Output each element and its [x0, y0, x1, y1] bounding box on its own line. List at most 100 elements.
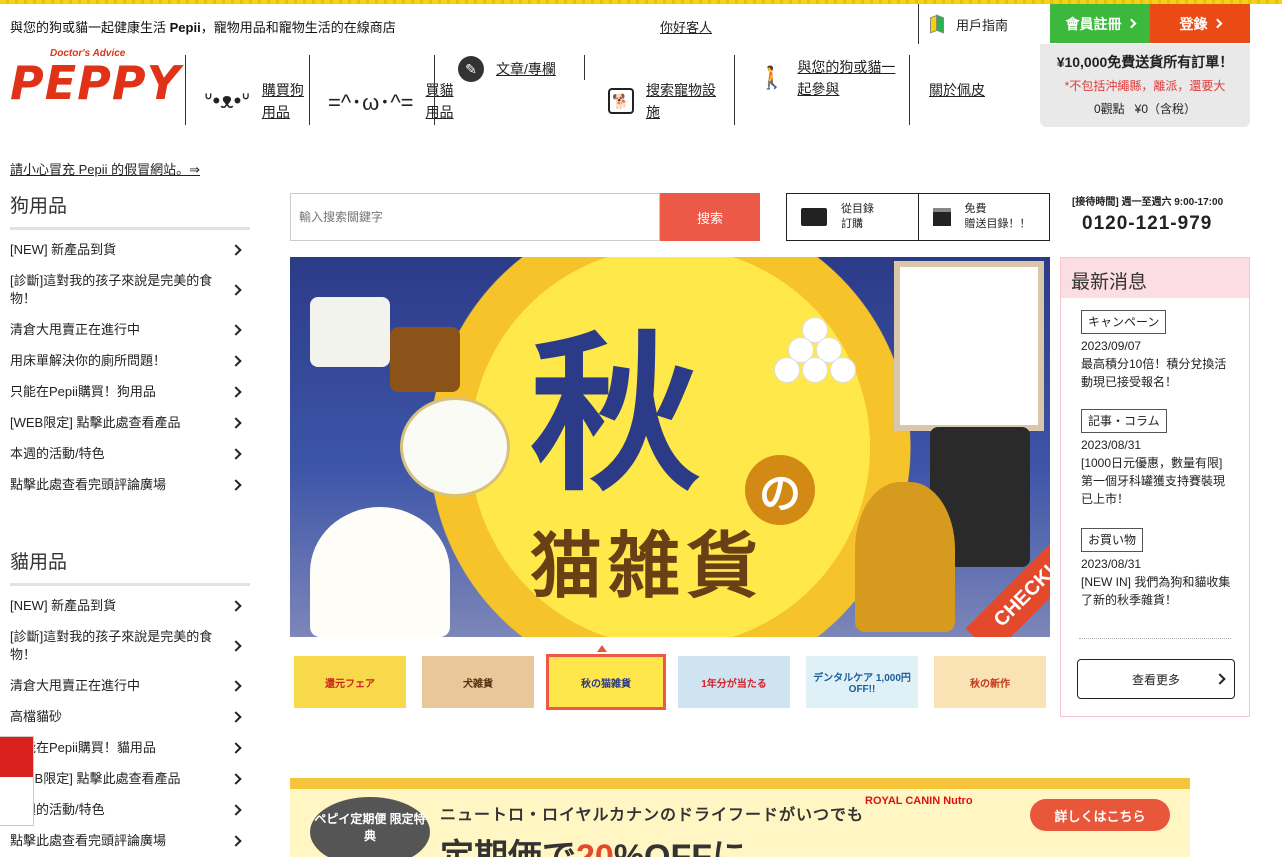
person-with-dog-icon: 🚶: [758, 65, 786, 90]
cat-category-list: [NEW] 新產品到貨 [診斷]這對我的孩子來說是完美的食物！ 清倉大甩賣正在進…: [10, 597, 250, 857]
catalog-box: 從目錄 訂購 免費 贈送目錄！！: [786, 193, 1050, 241]
reception-hours: [接待時間] 週一至週六 9:00-17:00: [1072, 197, 1224, 208]
view-more-button[interactable]: 查看更多: [1077, 659, 1235, 699]
nav-pet-facilities[interactable]: 🐕 搜索寵物設施: [608, 79, 726, 123]
dog-category-item[interactable]: [WEB限定] 點擊此處查看產品: [10, 414, 250, 432]
cat-category-item[interactable]: 本週的活動/特色: [10, 801, 250, 819]
news-panel: 最新消息 キャンペーン 2023/09/07 最高積分10倍！積分兌換活動現已接…: [1060, 257, 1250, 717]
nav-participate[interactable]: 🚶 與您的狗或貓一起參與: [758, 56, 905, 100]
orange-cat-figure-image: [855, 482, 955, 632]
chevron-right-icon: [230, 640, 242, 652]
free-shipping-text: ¥10,000免費送貨所有訂單！: [1056, 54, 1234, 70]
dog-category-item[interactable]: 只能在Pepii購買！狗用品: [10, 383, 250, 401]
dog-category-item[interactable]: 點擊此處查看完頭評論廣場: [10, 476, 250, 494]
fake-site-warning[interactable]: 請小心冒充 Pepii 的假冒網站。⇒: [10, 159, 200, 178]
calico-cat-figure-image: [310, 507, 450, 637]
banner-details-button[interactable]: 詳しくはこちら: [1030, 799, 1170, 831]
dog-category-list: [NEW] 新產品到貨 [診斷]這對我的孩子來說是完美的食物！ 清倉大甩賣正在進…: [10, 241, 250, 507]
cat-plate-image: [400, 397, 510, 497]
news-date: 2023/09/07: [1081, 339, 1142, 353]
register-button[interactable]: 會員註冊: [1050, 4, 1150, 43]
news-date: 2023/08/31: [1081, 557, 1142, 571]
carousel-thumb-active[interactable]: 秋の猫雑貨: [546, 654, 666, 710]
chevron-right-icon: [230, 355, 242, 367]
free-catalog-label: 免費 贈送目錄！！: [964, 203, 1031, 230]
catalog-box-icon: [932, 208, 951, 226]
chevron-right-icon: [230, 324, 242, 336]
dog-supplies-heading: 狗用品: [10, 196, 68, 217]
nav-articles[interactable]: ✎ 文章/專欄: [458, 56, 556, 82]
carousel-thumb[interactable]: 還元フェア: [294, 656, 406, 708]
chevron-right-icon: [230, 600, 242, 612]
divider: [734, 55, 735, 125]
news-text: [NEW IN] 我們為狗和貓收集了新的秋季雜貨！: [1081, 575, 1231, 607]
chevron-right-icon: [1212, 18, 1222, 29]
login-button[interactable]: 登錄: [1150, 4, 1250, 43]
dango-image: [770, 317, 860, 387]
brand-logos: ROYAL CANIN Nutro: [865, 795, 973, 807]
cat-category-item[interactable]: 清倉大甩賣正在進行中: [10, 677, 250, 695]
chevron-right-icon: [230, 244, 242, 256]
divider: [909, 55, 910, 125]
subscription-badge: ペピイ定期便 限定特典: [310, 797, 430, 857]
divider: [10, 227, 250, 230]
hero-banner[interactable]: 秋 の 猫雑貨 CHECK!: [290, 257, 1050, 637]
chevron-right-icon: [1214, 673, 1226, 685]
cat-category-item[interactable]: [WEB限定] 點擊此處查看產品: [10, 770, 250, 788]
divider: [185, 55, 186, 125]
dog-category-item[interactable]: [診斷]這對我的孩子來說是完美的食物！: [10, 272, 250, 308]
free-catalog-button[interactable]: 免費 贈送目錄！！: [917, 194, 1050, 240]
news-date: 2023/08/31: [1081, 438, 1142, 452]
pen-icon: ✎: [458, 56, 484, 82]
search-button[interactable]: 搜索: [660, 193, 760, 241]
subscription-banner[interactable]: ペピイ定期便 限定特典 ニュートロ・ロイヤルカナンのドライフードがいつでも 定期…: [290, 778, 1190, 857]
peppy-logo[interactable]: Doctor's Advice PEPPY: [10, 48, 180, 110]
news-tag: お買い物: [1081, 528, 1144, 552]
dog-category-item[interactable]: [NEW] 新產品到貨: [10, 241, 250, 259]
cat-category-item[interactable]: 點擊此處查看完頭評論廣場: [10, 832, 250, 850]
cat-category-item[interactable]: 高檔貓砂: [10, 708, 250, 726]
nav-dog-supplies[interactable]: ᐡ•ᴥ•ᐡ 購買狗用品: [204, 79, 310, 123]
news-item[interactable]: キャンペーン 2023/09/07 最高積分10倍！積分兌換活動現已接受報名！: [1081, 310, 1231, 391]
order-from-catalog-button[interactable]: 從目錄 訂購: [787, 194, 918, 240]
floating-side-tab[interactable]: [0, 736, 34, 826]
shipping-cart-box[interactable]: ¥10,000免費送貨所有訂單！ *不包括沖繩縣，離派，還要大 0觀點 ¥0（含…: [1040, 44, 1250, 127]
beginner-mark-icon: [930, 16, 942, 32]
cat-category-item[interactable]: [NEW] 新產品到貨: [10, 597, 250, 615]
news-tag: キャンペーン: [1081, 310, 1167, 334]
carousel-thumb[interactable]: デンタルケア 1,000円OFF!!: [806, 656, 918, 708]
carousel-active-marker: [597, 645, 607, 652]
dog-category-item[interactable]: 本週的活動/特色: [10, 445, 250, 463]
user-guide-link[interactable]: 用戶指南: [930, 4, 1008, 44]
dog-category-item[interactable]: 用床單解決你的廁所問題！: [10, 352, 250, 370]
cat-category-item[interactable]: 只能在Pepii購買！貓用品: [10, 739, 250, 757]
carousel-thumb[interactable]: 犬雑貨: [422, 656, 534, 708]
carousel-thumb[interactable]: 1年分が当たる: [678, 656, 790, 708]
chevron-right-icon: [230, 835, 242, 847]
chevron-right-icon: [230, 479, 242, 491]
chevron-right-icon: [1126, 18, 1136, 29]
site-tagline: 與您的狗或貓一起健康生活 Pepii，寵物用品和寵物生活的在線商店: [10, 20, 396, 35]
news-tag: 記事・コラム: [1081, 409, 1167, 433]
cat-mug-image: [310, 297, 390, 367]
search-input[interactable]: [290, 193, 660, 241]
chevron-right-icon: [230, 417, 242, 429]
shipping-note: *不包括沖繩縣，離派，還要大: [1064, 79, 1226, 93]
carousel-thumb[interactable]: 秋の新作: [934, 656, 1046, 708]
floating-tab-accent: [0, 737, 33, 777]
cat-category-item[interactable]: [診斷]這對我的孩子來說是完美的食物！: [10, 628, 250, 664]
hero-kanji-autumn: 秋: [530, 315, 701, 515]
divider: [584, 55, 585, 80]
nav-cat-supplies[interactable]: =^･ω･^= 買貓用品: [328, 79, 460, 123]
divider: [918, 4, 919, 44]
news-item[interactable]: 記事・コラム 2023/08/31 [1000日元優惠，數量有限]第一個牙科罐獲…: [1081, 409, 1231, 508]
news-item[interactable]: お買い物 2023/08/31 [NEW IN] 我們為狗和貓收集了新的秋季雜貨…: [1081, 528, 1231, 609]
chevron-right-icon: [230, 804, 242, 816]
nav-about[interactable]: 關於佩皮: [929, 79, 985, 101]
greeting-link[interactable]: 你好客人: [660, 17, 712, 36]
news-title: 最新消息: [1061, 258, 1249, 298]
phone-number[interactable]: 0120-121-979: [1082, 213, 1212, 235]
chevron-right-icon: [230, 284, 242, 296]
dog-category-item[interactable]: 清倉大甩賣正在進行中: [10, 321, 250, 339]
news-text: [1000日元優惠，數量有限]第一個牙科罐獲支持賽裝現已上市！: [1081, 456, 1226, 506]
